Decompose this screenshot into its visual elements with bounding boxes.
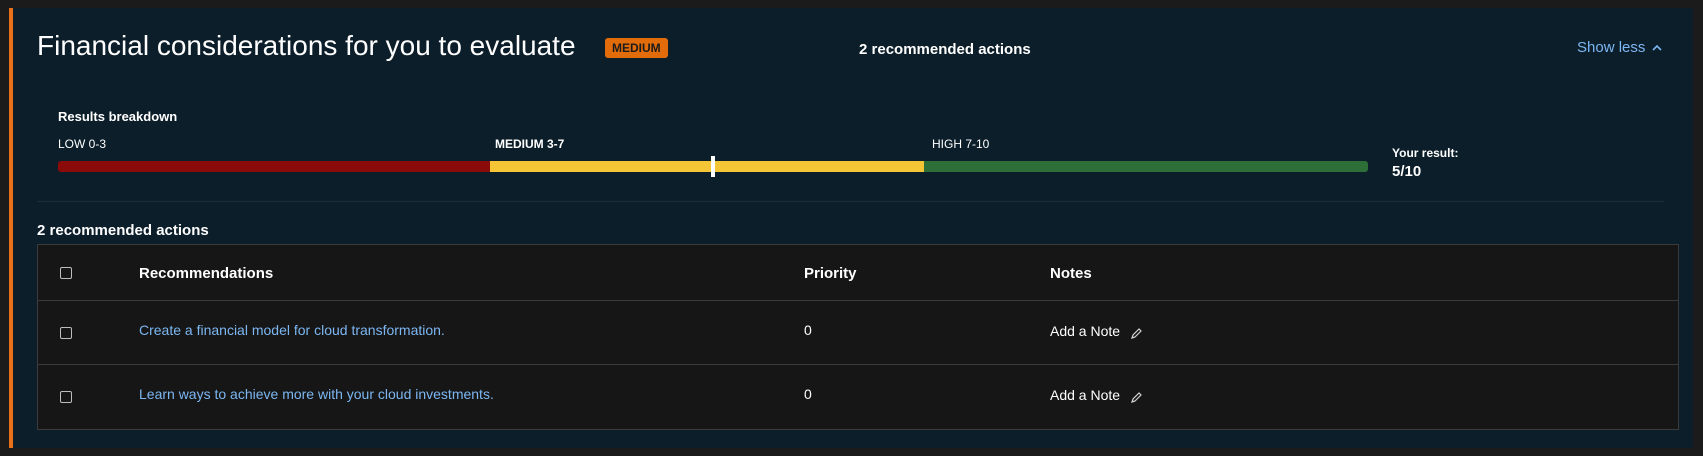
add-note-label: Add a Note [1050,323,1121,339]
table-row: Create a financial model for cloud trans… [38,301,1678,365]
pencil-icon [1131,392,1142,403]
priority-value: 0 [804,322,812,338]
add-note-button[interactable]: Add a Note [1050,322,1143,340]
medium-range-bar [490,161,924,172]
recommended-actions-count: 2 recommended actions [859,41,1031,58]
column-header-priority: Priority [804,265,857,282]
low-range-label: LOW 0-3 [58,137,107,151]
high-range-label: HIGH 7-10 [932,137,990,151]
column-header-recommendations: Recommendations [139,265,274,282]
table-row: Learn ways to achieve more with your clo… [38,365,1678,429]
financial-considerations-card: Financial considerations for you to eval… [9,8,1693,448]
recommendation-link[interactable]: Learn ways to achieve more with your clo… [139,386,494,402]
row-checkbox[interactable] [60,327,72,339]
select-all-checkbox[interactable] [60,267,72,279]
show-less-label: Show less [1577,39,1646,56]
show-less-button[interactable]: Show less [1577,39,1663,56]
card-title: Financial considerations for you to eval… [37,30,576,61]
recommended-actions-title: 2 recommended actions [37,222,209,239]
recommendations-table: Recommendations Priority Notes Create a … [37,244,1679,430]
results-breakdown-title: Results breakdown [58,109,178,124]
recommendation-link[interactable]: Create a financial model for cloud trans… [139,322,445,338]
low-range-bar [58,161,490,172]
table-header-row: Recommendations Priority Notes [38,245,1678,301]
section-divider [37,201,1664,202]
severity-badge: MEDIUM [605,38,668,58]
column-header-notes: Notes [1050,265,1092,282]
your-result-value: 5/10 [1392,163,1422,180]
add-note-button[interactable]: Add a Note [1050,386,1143,404]
medium-range-label: MEDIUM 3-7 [495,137,565,151]
priority-value: 0 [804,386,812,402]
pencil-icon [1131,328,1142,339]
chevron-up-icon [1652,44,1662,51]
result-marker [711,156,715,177]
add-note-label: Add a Note [1050,387,1121,403]
high-range-bar [924,161,1368,172]
row-checkbox[interactable] [60,391,72,403]
your-result-label: Your result: [1392,146,1459,160]
